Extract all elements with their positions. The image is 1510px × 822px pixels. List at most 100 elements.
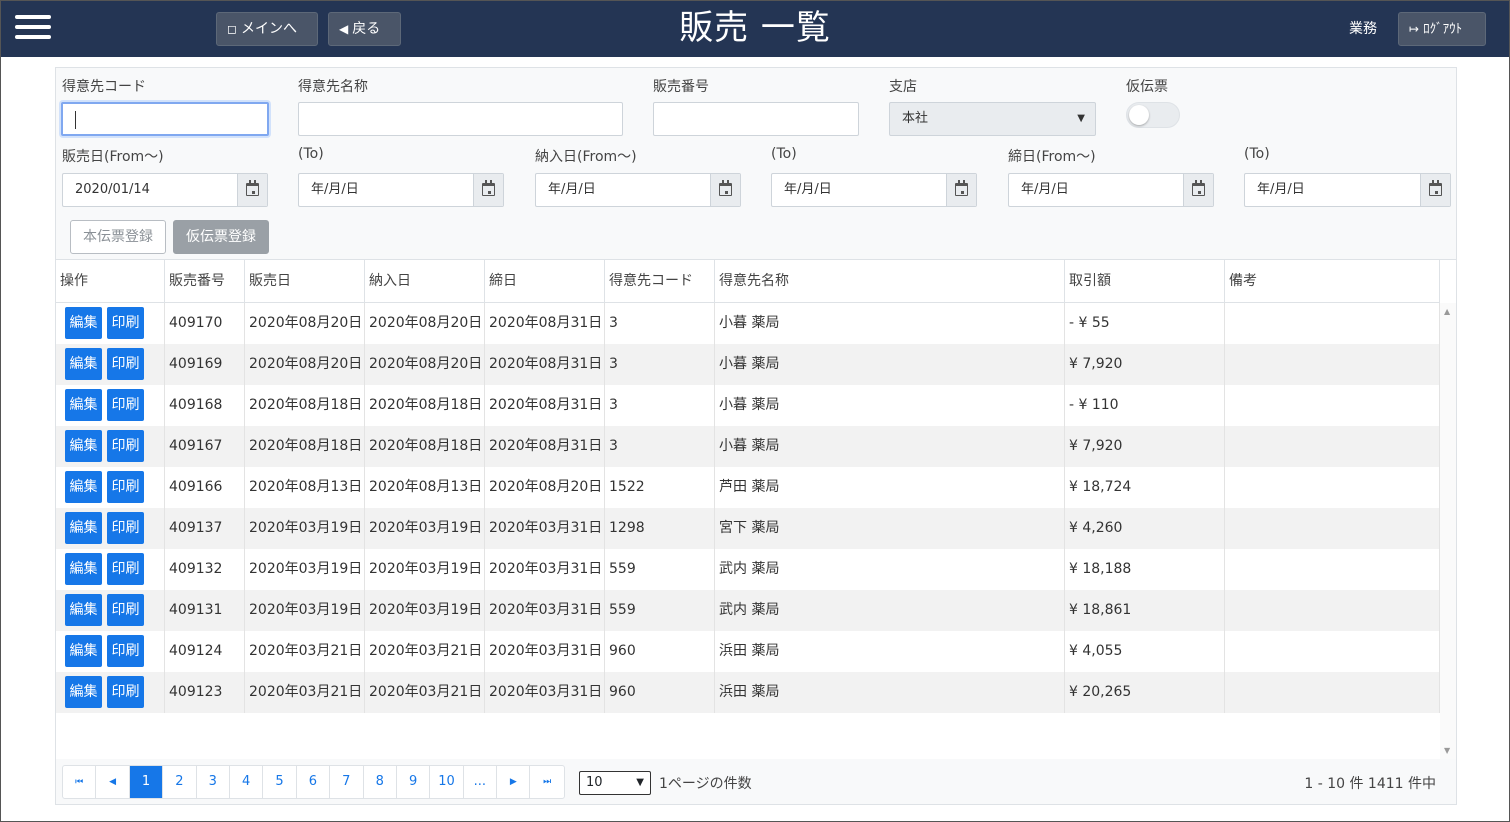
page-4[interactable]: 4 xyxy=(230,766,264,798)
col-delivery-date[interactable]: 納入日 xyxy=(365,260,485,302)
edit-button[interactable]: 編集 xyxy=(65,430,102,462)
print-button[interactable]: 印刷 xyxy=(107,389,144,421)
table-body: 編集 印刷 409170 2020年08月20日 2020年08月20日 2020年08月… xyxy=(56,303,1440,713)
print-button[interactable]: 印刷 xyxy=(107,512,144,544)
edit-button[interactable]: 編集 xyxy=(65,389,102,421)
print-button[interactable]: 印刷 xyxy=(107,553,144,585)
closing-from-input[interactable]: 年/月/日 xyxy=(1008,173,1214,207)
page-1[interactable]: 1 xyxy=(129,766,164,798)
cell-delivery-date: 2020年08月20日 xyxy=(365,303,485,344)
cell-customer-code: 960 xyxy=(605,631,715,672)
main-menu-button[interactable]: ◻ メインへ xyxy=(216,12,318,46)
page-6[interactable]: 6 xyxy=(297,766,331,798)
print-button[interactable]: 印刷 xyxy=(107,471,144,503)
sales-no-input[interactable] xyxy=(653,102,859,136)
cell-delivery-date: 2020年08月20日 xyxy=(365,344,485,385)
edit-button[interactable]: 編集 xyxy=(65,512,102,544)
table-row[interactable]: 編集 印刷 409166 2020年08月13日 2020年08月13日 2020年08月… xyxy=(56,467,1440,508)
print-button[interactable]: 印刷 xyxy=(107,635,144,667)
page-size-select[interactable]: 10 ▼ xyxy=(579,771,651,795)
edit-button[interactable]: 編集 xyxy=(65,307,102,339)
col-operation[interactable]: 操作 xyxy=(56,260,165,302)
cell-customer-code: 3 xyxy=(605,426,715,467)
page-2[interactable]: 2 xyxy=(163,766,197,798)
col-amount[interactable]: 取引額 xyxy=(1065,260,1225,302)
cell-customer-code: 1522 xyxy=(605,467,715,508)
temp-slip-toggle[interactable] xyxy=(1126,102,1180,128)
customer-name-input[interactable] xyxy=(298,102,623,136)
first-page-icon[interactable]: ⏮ xyxy=(63,766,97,798)
edit-button[interactable]: 編集 xyxy=(65,553,102,585)
calendar-icon[interactable] xyxy=(946,174,976,206)
last-page-icon[interactable]: ⏭ xyxy=(530,766,563,798)
calendar-icon[interactable] xyxy=(710,174,740,206)
cell-note xyxy=(1225,385,1440,426)
back-button[interactable]: ◀ 戻る xyxy=(328,12,401,46)
sales-date-to-input[interactable]: 年/月/日 xyxy=(298,173,504,207)
edit-button[interactable]: 編集 xyxy=(65,676,102,708)
logout-button[interactable]: ↦ ﾛｸﾞｱｳﾄ xyxy=(1398,12,1486,46)
edit-button[interactable]: 編集 xyxy=(65,471,102,503)
calendar-icon[interactable] xyxy=(237,174,267,206)
square-icon: ◻ xyxy=(227,22,237,36)
table-row[interactable]: 編集 印刷 409169 2020年08月20日 2020年08月20日 2020年08月… xyxy=(56,344,1440,385)
page-ellipsis[interactable]: ... xyxy=(464,766,498,798)
col-closing-date[interactable]: 締日 xyxy=(485,260,605,302)
calendar-icon[interactable] xyxy=(1420,174,1450,206)
branch-select[interactable]: 本社 ▼ xyxy=(889,102,1096,136)
page-5[interactable]: 5 xyxy=(263,766,297,798)
page-7[interactable]: 7 xyxy=(330,766,364,798)
page-3[interactable]: 3 xyxy=(197,766,230,798)
register-temp-slip-button[interactable]: 仮伝票登録 xyxy=(173,220,269,254)
hamburger-menu-icon[interactable] xyxy=(15,15,51,41)
closing-to-input[interactable]: 年/月/日 xyxy=(1244,173,1451,207)
sales-no-label: 販売番号 xyxy=(653,79,709,95)
page-8[interactable]: 8 xyxy=(364,766,397,798)
closing-to-label: (To) xyxy=(1244,146,1270,162)
customer-code-input[interactable] xyxy=(61,102,269,136)
table-row[interactable]: 編集 印刷 409124 2020年03月21日 2020年03月21日 2020年03月… xyxy=(56,631,1440,672)
print-button[interactable]: 印刷 xyxy=(107,594,144,626)
calendar-icon[interactable] xyxy=(1183,174,1213,206)
edit-button[interactable]: 編集 xyxy=(65,594,102,626)
cell-sales-no: 409167 xyxy=(165,426,245,467)
col-sales-date[interactable]: 販売日 xyxy=(245,260,365,302)
col-note[interactable]: 備考 xyxy=(1225,260,1440,302)
col-customer-name[interactable]: 得意先名称 xyxy=(715,260,1065,302)
prev-page-icon[interactable]: ◀ xyxy=(96,766,130,798)
cell-customer-code: 3 xyxy=(605,344,715,385)
print-button[interactable]: 印刷 xyxy=(107,348,144,380)
cell-sales-no: 409137 xyxy=(165,508,245,549)
print-button[interactable]: 印刷 xyxy=(107,307,144,339)
vertical-scrollbar[interactable]: ▲ ▼ xyxy=(1440,303,1456,759)
table-row[interactable]: 編集 印刷 409132 2020年03月19日 2020年03月19日 2020年03月… xyxy=(56,549,1440,590)
sales-date-from-input[interactable]: 2020/01/14 xyxy=(62,173,268,207)
scroll-up-icon[interactable]: ▲ xyxy=(1444,307,1450,316)
cell-operation: 編集 印刷 xyxy=(56,590,165,631)
table-row[interactable]: 編集 印刷 409168 2020年08月18日 2020年08月18日 2020年08月… xyxy=(56,385,1440,426)
print-button[interactable]: 印刷 xyxy=(107,430,144,462)
next-page-icon[interactable]: ▶ xyxy=(497,766,531,798)
table-row[interactable]: 編集 印刷 409137 2020年03月19日 2020年03月19日 2020年03月… xyxy=(56,508,1440,549)
print-button[interactable]: 印刷 xyxy=(107,676,144,708)
delivery-to-input[interactable]: 年/月/日 xyxy=(771,173,977,207)
cell-customer-code: 960 xyxy=(605,672,715,713)
register-main-slip-button[interactable]: 本伝票登録 xyxy=(70,220,166,254)
user-label: 業務 xyxy=(1349,21,1377,37)
calendar-icon[interactable] xyxy=(473,174,503,206)
table-row[interactable]: 編集 印刷 409170 2020年08月20日 2020年08月20日 2020年08月… xyxy=(56,303,1440,344)
cell-amount: ¥ 18,861 xyxy=(1065,590,1225,631)
edit-button[interactable]: 編集 xyxy=(65,635,102,667)
cell-delivery-date: 2020年03月21日 xyxy=(365,631,485,672)
col-customer-code[interactable]: 得意先コード xyxy=(605,260,715,302)
edit-button[interactable]: 編集 xyxy=(65,348,102,380)
scroll-down-icon[interactable]: ▼ xyxy=(1444,746,1450,755)
page-10[interactable]: 10 xyxy=(430,766,464,798)
page-9[interactable]: 9 xyxy=(397,766,431,798)
table-row[interactable]: 編集 印刷 409167 2020年08月18日 2020年08月18日 2020年08月… xyxy=(56,426,1440,467)
delivery-from-input[interactable]: 年/月/日 xyxy=(535,173,741,207)
table-row[interactable]: 編集 印刷 409123 2020年03月21日 2020年03月21日 2020年03月… xyxy=(56,672,1440,713)
col-sales-no[interactable]: 販売番号 xyxy=(165,260,245,302)
table-row[interactable]: 編集 印刷 409131 2020年03月19日 2020年03月19日 2020年03月… xyxy=(56,590,1440,631)
cell-delivery-date: 2020年03月19日 xyxy=(365,549,485,590)
